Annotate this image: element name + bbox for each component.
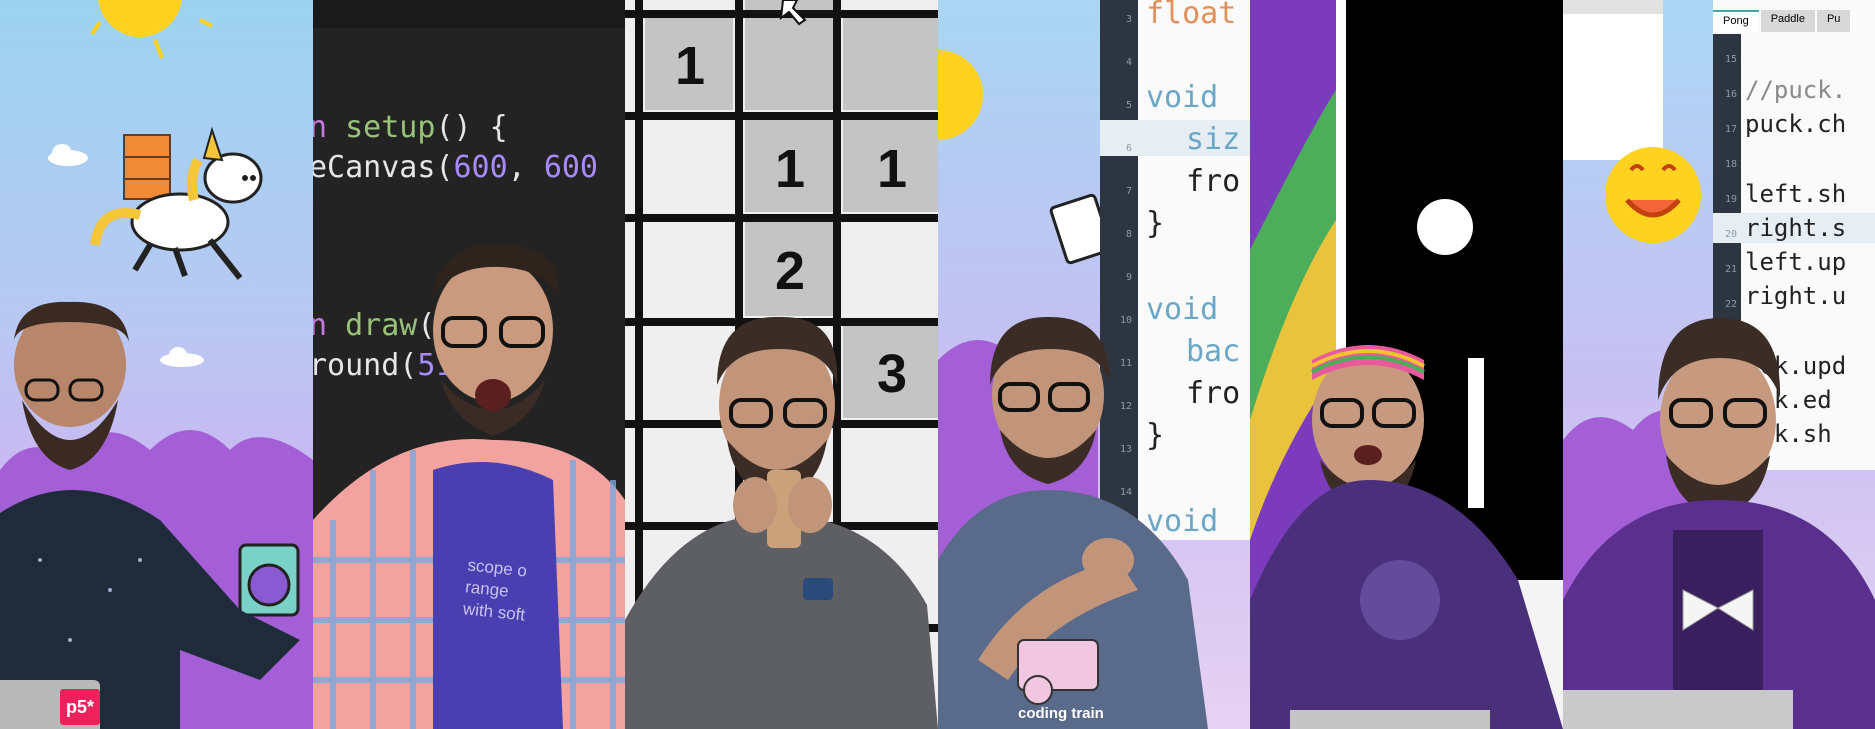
panel-editor-cartoon: 3 4 5 6 7 8 9 10 11 12 13 14 float void … [938, 0, 1250, 729]
panel-pong-editor: Pong Paddle Pu 15 16 17 18 19 20 21 22 /… [1563, 0, 1875, 729]
panel-pong-game [1250, 0, 1563, 729]
panel1-scene [0, 0, 313, 729]
panel6-person [1563, 318, 1875, 729]
robot-train-icon [238, 543, 300, 617]
person-figure [1250, 345, 1563, 729]
laptop [1290, 710, 1490, 729]
sun-icon [90, 0, 213, 59]
p5-sticker-label: p5* [65, 696, 94, 717]
p5-sticker: p5* [60, 689, 100, 725]
video-thumbnail-strip: p5* n setup() { eCanvas(600, 600 n draw(… [0, 0, 1875, 729]
person-figure [938, 316, 1208, 729]
person-figure [313, 244, 625, 729]
person-figure [1563, 318, 1875, 729]
laptop [1563, 690, 1793, 729]
brick-wall-icon [123, 134, 171, 200]
panel-number-puzzle: 1 1 1 2 3 [625, 0, 938, 729]
cloud-icon [48, 144, 88, 166]
person-figure [625, 316, 938, 729]
panel3-person [625, 316, 938, 729]
unicorn-icon [90, 126, 263, 280]
shirt-text: coding train [1018, 705, 1104, 722]
panel-unicorn-background: p5* [0, 0, 313, 729]
panel5-person [1250, 345, 1563, 729]
shirt-text: scope o range with soft [462, 555, 528, 625]
panel-code-editor: n setup() { eCanvas(600, 600 n draw() ro… [313, 0, 625, 729]
panel4-person [938, 316, 1208, 729]
cloud-icon [160, 347, 204, 367]
